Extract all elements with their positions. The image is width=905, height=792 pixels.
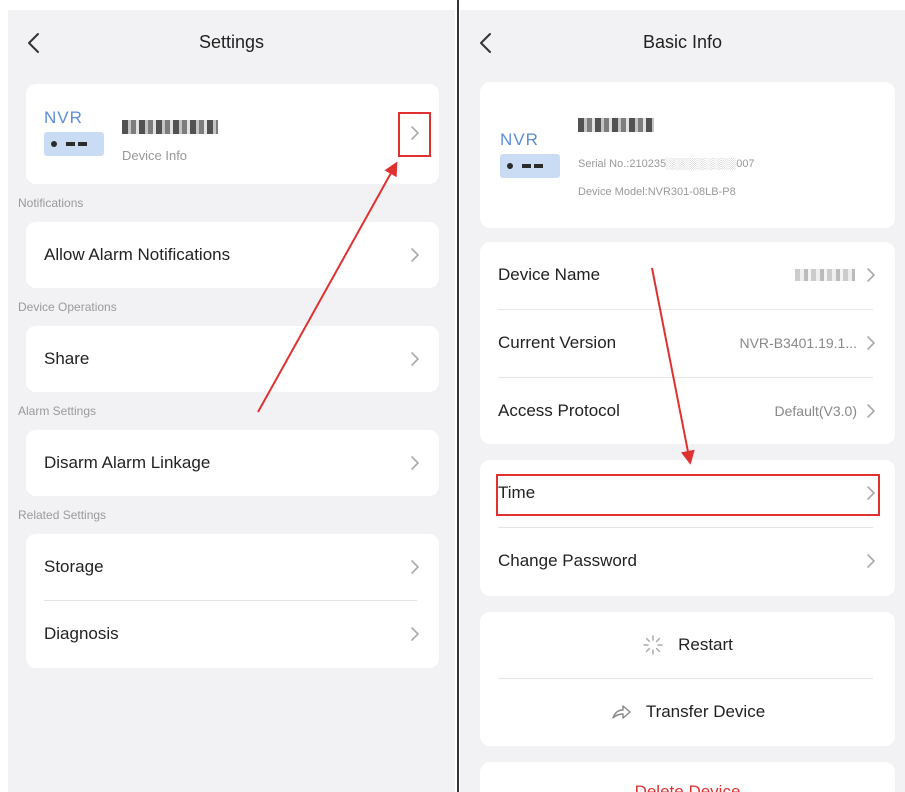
chevron-right-icon[interactable] — [409, 124, 421, 142]
time-password-card: Time Change Password — [480, 460, 895, 596]
chevron-right-icon — [409, 350, 421, 368]
serial-number: Serial No.:210235░░░░░░░░░007 — [578, 158, 755, 170]
device-info-subtitle: Device Info — [122, 148, 188, 163]
nvr-label: NVR — [44, 108, 83, 127]
nvr-port — [66, 142, 75, 146]
spinner-icon — [643, 635, 663, 655]
nvr-port — [534, 164, 543, 168]
row-label: Access Protocol — [498, 401, 620, 420]
row-label: Current Version — [498, 333, 617, 352]
section-label-alarm-settings: Alarm Settings — [18, 404, 97, 418]
transfer-device-button[interactable]: Transfer Device — [480, 679, 895, 745]
status-strip — [460, 0, 905, 10]
row-access-protocol[interactable]: Access Protocol Default(V3.0) — [480, 378, 895, 444]
row-label: Disarm Alarm Linkage — [44, 453, 211, 472]
nvr-box — [500, 154, 560, 178]
chevron-right-icon — [865, 334, 877, 352]
chevron-right-icon — [865, 402, 877, 420]
device-operations-card: Share — [26, 326, 439, 392]
row-allow-alarm-notifications[interactable]: Allow Alarm Notifications — [26, 222, 439, 288]
delete-device-button[interactable]: Delete Device — [480, 782, 895, 792]
row-time[interactable]: Time — [480, 460, 895, 526]
page-title: Settings — [198, 32, 265, 52]
chevron-right-icon — [865, 484, 877, 502]
row-current-version[interactable]: Current Version NVR-B3401.19.1... — [480, 310, 895, 376]
alarm-settings-card: Disarm Alarm Linkage — [26, 430, 439, 496]
chevron-right-icon — [409, 246, 421, 264]
row-disarm-alarm-linkage[interactable]: Disarm Alarm Linkage — [26, 430, 439, 496]
row-label: Change Password — [498, 551, 637, 570]
current-version-value: NVR-B3401.19.1... — [739, 335, 857, 351]
device-name-value-blurred — [795, 269, 855, 281]
device-actions-card: Restart Transfer Device — [480, 612, 895, 746]
chevron-right-icon — [409, 625, 421, 643]
device-name-blurred — [578, 118, 654, 132]
chevron-right-icon — [865, 266, 877, 284]
section-label-device-operations: Device Operations — [18, 300, 117, 314]
device-name-blurred — [122, 120, 218, 134]
related-settings-card: Storage Diagnosis — [26, 534, 439, 668]
row-storage[interactable]: Storage — [26, 534, 439, 600]
section-label-notifications: Notifications — [18, 196, 84, 210]
nvr-led — [51, 141, 57, 147]
row-label: Share — [44, 349, 90, 368]
access-protocol-value: Default(V3.0) — [774, 403, 857, 419]
chevron-right-icon — [865, 552, 877, 570]
row-diagnosis[interactable]: Diagnosis — [26, 601, 439, 667]
device-info-card[interactable]: NVR Device Info — [26, 84, 439, 184]
share-arrow-icon — [612, 705, 631, 719]
device-model: Device Model:NVR301-08LB-P8 — [578, 186, 736, 198]
section-label-related-settings: Related Settings — [18, 508, 107, 522]
restart-button[interactable]: Restart — [480, 612, 895, 678]
row-label: Storage — [44, 557, 104, 576]
row-label: Diagnosis — [44, 624, 119, 643]
row-change-password[interactable]: Change Password — [480, 528, 895, 594]
nvr-label: NVR — [500, 130, 539, 149]
nvr-device-icon: NVR — [44, 108, 104, 160]
row-device-name[interactable]: Device Name — [480, 242, 895, 308]
nvr-device-icon: NVR — [500, 130, 560, 182]
status-strip — [8, 0, 455, 10]
chevron-right-icon — [409, 558, 421, 576]
row-share[interactable]: Share — [26, 326, 439, 392]
chevron-right-icon — [409, 454, 421, 472]
nvr-port — [522, 164, 531, 168]
row-label: Device Name — [498, 265, 601, 284]
settings-screen: Settings NVR Device Info Notifications A… — [8, 0, 455, 792]
nvr-port — [78, 142, 87, 146]
notifications-card: Allow Alarm Notifications — [26, 222, 439, 288]
restart-label: Restart — [678, 635, 733, 654]
basic-info-header: Basic Info — [460, 0, 905, 72]
device-properties-card: Device Name Current Version NVR-B3401.19… — [480, 242, 895, 444]
row-label: Time — [498, 483, 536, 502]
nvr-box — [44, 132, 104, 156]
nvr-led — [507, 163, 513, 169]
basic-info-screen: Basic Info NVR Serial No.:210235░░░░░░░░… — [460, 0, 905, 792]
delete-device-card: Delete Device — [480, 762, 895, 792]
device-details-card: NVR Serial No.:210235░░░░░░░░░007 Device… — [480, 82, 895, 228]
page-title: Basic Info — [642, 32, 723, 52]
row-label: Allow Alarm Notifications — [44, 245, 231, 264]
settings-header: Settings — [8, 0, 455, 72]
transfer-device-label: Transfer Device — [645, 702, 766, 721]
